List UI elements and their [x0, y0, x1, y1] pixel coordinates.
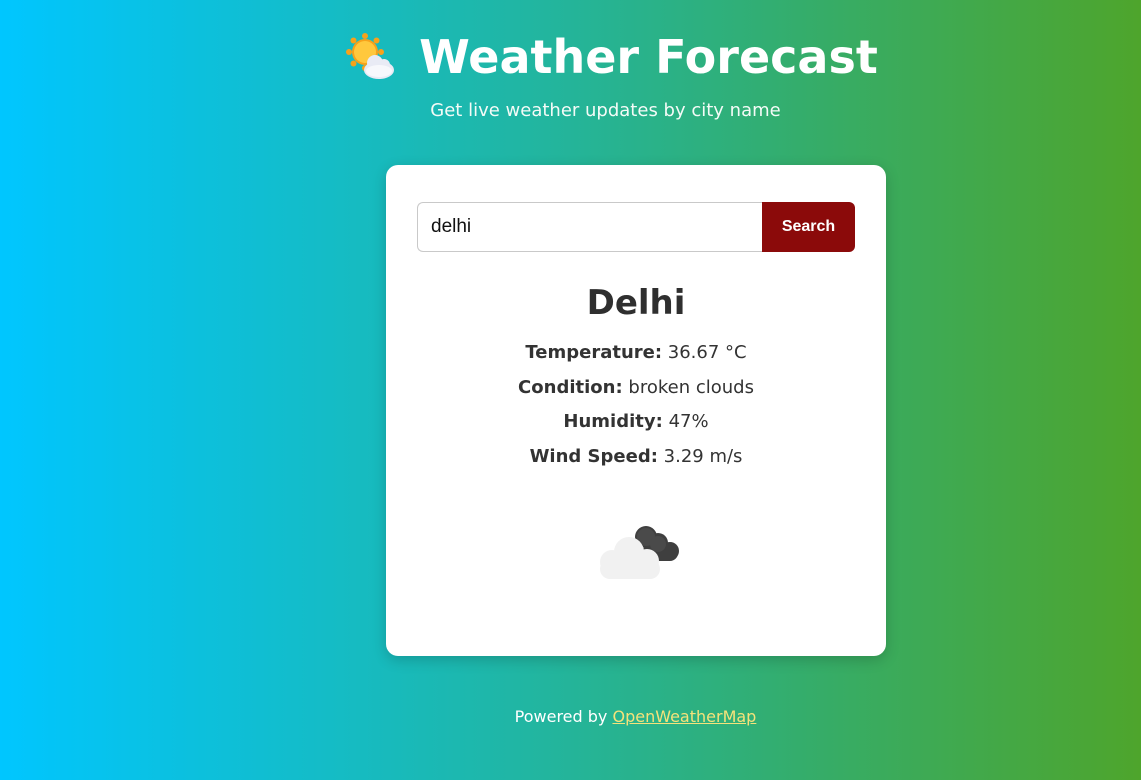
- weather-card: Search Delhi Temperature: 36.67 °C Condi…: [386, 165, 886, 656]
- temperature-label: Temperature:: [525, 342, 663, 363]
- wind-speed-value: 3.29 m/s: [663, 445, 743, 467]
- condition-value: broken clouds: [628, 376, 754, 398]
- weather-details: Temperature: 36.67 °C Condition: broken …: [386, 336, 886, 474]
- temperature-value: 36.67 °C: [667, 342, 747, 363]
- wind-speed-label: Wind Speed:: [529, 445, 658, 467]
- page-subtitle: Get live weather updates by city name: [430, 100, 781, 121]
- humidity-row: Humidity: 47%: [386, 405, 886, 440]
- condition-row: Condition: broken clouds: [386, 371, 886, 406]
- page-header: Weather Forecast Get live weather update…: [0, 26, 1141, 121]
- temperature-row: Temperature: 36.67 °C: [386, 336, 886, 371]
- wind-speed-row: Wind Speed: 3.29 m/s: [386, 440, 886, 475]
- humidity-value: 47%: [668, 411, 709, 432]
- city-search-input[interactable]: [417, 202, 762, 252]
- humidity-label: Humidity:: [563, 411, 663, 432]
- weather-result: Delhi Temperature: 36.67 °C Condition: b…: [386, 280, 886, 474]
- search-bar: Search: [417, 202, 855, 252]
- page-footer: Powered by OpenWeatherMap: [65, 707, 1141, 726]
- openweathermap-link[interactable]: OpenWeatherMap: [612, 707, 756, 726]
- broken-clouds-icon: [586, 515, 686, 585]
- search-button[interactable]: Search: [762, 202, 855, 252]
- footer-prefix: Powered by: [514, 707, 608, 726]
- city-name: Delhi: [586, 283, 686, 323]
- page-title: Weather Forecast: [419, 30, 878, 84]
- condition-label: Condition:: [518, 376, 623, 398]
- sun-behind-cloud-icon: [343, 30, 397, 84]
- title-row: Weather Forecast: [80, 26, 1141, 88]
